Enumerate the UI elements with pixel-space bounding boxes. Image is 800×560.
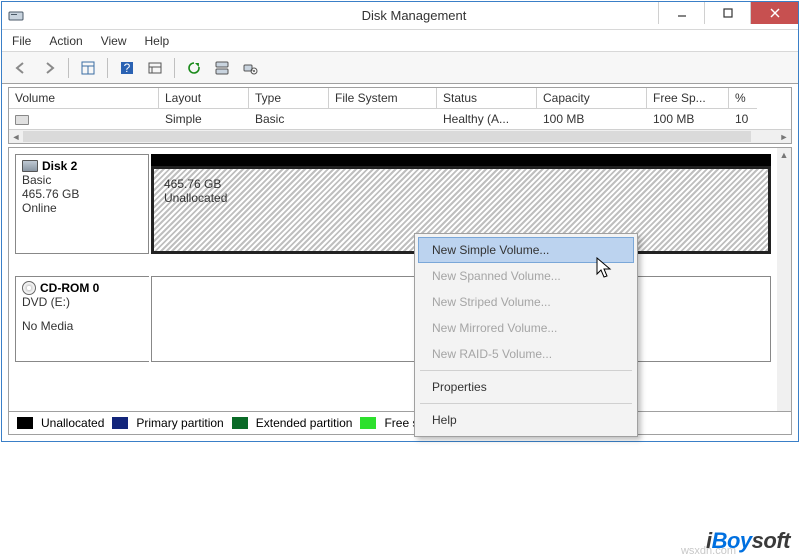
disk-2-row: Disk 2 Basic 465.76 GB Online 465.76 GB … <box>15 154 771 254</box>
refresh-button[interactable] <box>183 57 205 79</box>
menu-new-mirrored-volume: New Mirrored Volume... <box>418 315 634 341</box>
column-volume[interactable]: Volume <box>9 88 159 109</box>
cell-fs <box>329 109 437 129</box>
toolbar-separator <box>68 58 69 78</box>
swatch-primary <box>112 417 128 429</box>
disk-management-window: Disk Management File Action View Help ? … <box>1 1 799 442</box>
hard-disk-icon <box>22 160 38 172</box>
disk-list-button[interactable] <box>211 57 233 79</box>
svg-text:?: ? <box>124 61 131 75</box>
cd-icon <box>22 281 36 295</box>
legend-extended: Extended partition <box>256 416 353 430</box>
cell-capacity: 100 MB <box>537 109 647 129</box>
toolbar-separator <box>107 58 108 78</box>
table-row[interactable]: Simple Basic Healthy (A... 100 MB 100 MB… <box>9 109 791 129</box>
partition-size: 465.76 GB <box>164 177 758 191</box>
column-free-space[interactable]: Free Sp... <box>647 88 729 109</box>
vertical-scrollbar[interactable]: ▲ ▼ <box>777 148 791 434</box>
scroll-left-arrow[interactable]: ◄ <box>9 130 23 143</box>
volume-list-header: Volume Layout Type File System Status Ca… <box>9 88 791 109</box>
app-icon <box>8 8 24 24</box>
close-button[interactable] <box>750 2 798 24</box>
column-status[interactable]: Status <box>437 88 537 109</box>
menu-new-raid5-volume: New RAID-5 Volume... <box>418 341 634 367</box>
disk-layout-area: ▲ ▼ Disk 2 Basic 465.76 GB Online 465.76… <box>8 147 792 435</box>
column-layout[interactable]: Layout <box>159 88 249 109</box>
minimize-button[interactable] <box>658 2 704 24</box>
menu-file[interactable]: File <box>12 34 31 48</box>
legend-primary: Primary partition <box>136 416 223 430</box>
cdrom-state: No Media <box>22 319 143 333</box>
menu-help[interactable]: Help <box>418 407 634 433</box>
swatch-free <box>360 417 376 429</box>
partition-status: Unallocated <box>164 191 758 205</box>
disk-settings-button[interactable] <box>239 57 261 79</box>
cdrom-title: CD-ROM 0 <box>40 281 99 295</box>
scroll-right-arrow[interactable]: ► <box>777 130 791 143</box>
menu-action[interactable]: Action <box>49 34 82 48</box>
cell-status: Healthy (A... <box>437 109 537 129</box>
menubar: File Action View Help <box>2 30 798 52</box>
help-button[interactable]: ? <box>116 57 138 79</box>
legend-unallocated: Unallocated <box>41 416 104 430</box>
back-button[interactable] <box>10 57 32 79</box>
menu-view[interactable]: View <box>101 34 127 48</box>
cdrom-drive: DVD (E:) <box>22 295 143 309</box>
cell-percent: 10 <box>729 109 757 129</box>
toolbar: ? <box>2 52 798 84</box>
disk-2-header[interactable]: Disk 2 Basic 465.76 GB Online <box>15 154 149 254</box>
forward-button[interactable] <box>38 57 60 79</box>
scroll-thumb[interactable] <box>23 131 751 142</box>
cdrom-header[interactable]: CD-ROM 0 DVD (E:) No Media <box>15 276 149 362</box>
column-percent[interactable]: % <box>729 88 757 109</box>
horizontal-scrollbar[interactable]: ◄ ► <box>9 129 791 143</box>
cursor-icon <box>596 257 614 281</box>
volume-list: Volume Layout Type File System Status Ca… <box>8 87 792 144</box>
views-button[interactable] <box>77 57 99 79</box>
column-file-system[interactable]: File System <box>329 88 437 109</box>
disk-color-bar <box>151 154 771 166</box>
cell-type: Basic <box>249 109 329 129</box>
settings-button[interactable] <box>144 57 166 79</box>
cdrom-row: CD-ROM 0 DVD (E:) No Media <box>15 276 771 362</box>
watermark-logo: iBoysoft <box>706 528 790 554</box>
cell-free: 100 MB <box>647 109 729 129</box>
disk-state: Online <box>22 201 142 215</box>
menu-separator <box>420 370 632 371</box>
disk-kind: Basic <box>22 173 142 187</box>
disk-title: Disk 2 <box>42 159 77 173</box>
cell-layout: Simple <box>159 109 249 129</box>
column-type[interactable]: Type <box>249 88 329 109</box>
disk-size: 465.76 GB <box>22 187 142 201</box>
column-capacity[interactable]: Capacity <box>537 88 647 109</box>
cell-volume <box>9 109 159 129</box>
legend: Unallocated Primary partition Extended p… <box>8 411 792 435</box>
swatch-extended <box>232 417 248 429</box>
titlebar[interactable]: Disk Management <box>2 2 798 30</box>
toolbar-separator <box>174 58 175 78</box>
scroll-up-arrow[interactable]: ▲ <box>777 148 791 162</box>
window-controls <box>658 2 798 24</box>
menu-properties[interactable]: Properties <box>418 374 634 400</box>
swatch-unallocated <box>17 417 33 429</box>
menu-help[interactable]: Help <box>145 34 170 48</box>
menu-new-striped-volume: New Striped Volume... <box>418 289 634 315</box>
maximize-button[interactable] <box>704 2 750 24</box>
menu-separator <box>420 403 632 404</box>
drive-icon <box>15 115 29 125</box>
